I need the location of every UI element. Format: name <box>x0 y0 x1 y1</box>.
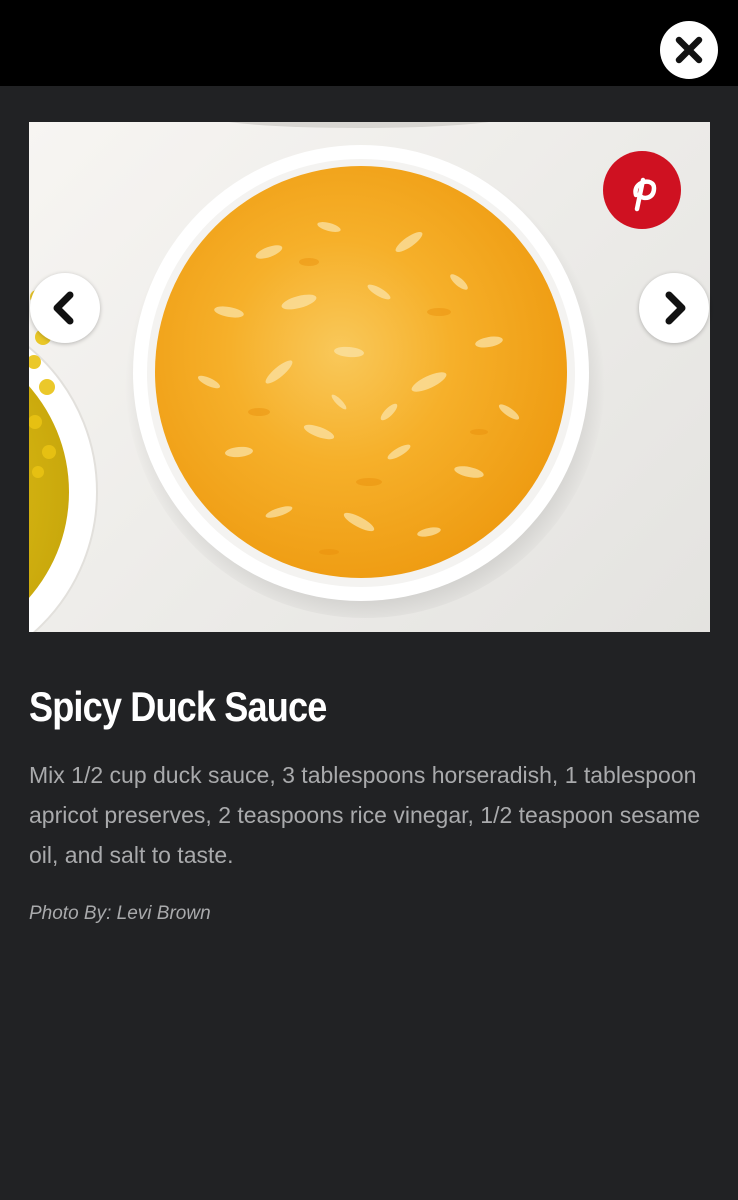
chevron-left-icon <box>53 291 74 325</box>
photo-credit: Photo By: Levi Brown <box>29 903 211 924</box>
pinterest-icon <box>633 177 657 212</box>
close-icon <box>675 36 703 64</box>
slide-title: Spicy Duck Sauce <box>29 683 327 730</box>
next-slide-button[interactable] <box>639 273 709 343</box>
chevron-right-icon <box>665 291 686 325</box>
pinterest-share-button[interactable] <box>603 151 681 229</box>
close-button[interactable] <box>660 21 718 79</box>
previous-slide-button[interactable] <box>30 273 100 343</box>
top-bar <box>0 0 738 86</box>
slide-description: Mix 1/2 cup duck sauce, 3 tablespoons ho… <box>29 762 701 868</box>
